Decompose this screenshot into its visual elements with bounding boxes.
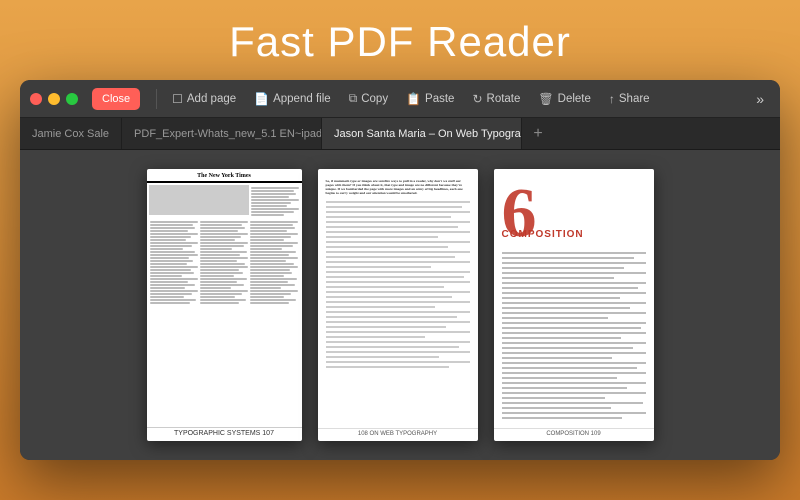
tab-3-label: Jason Santa Maria – On Web Typogra... bbox=[334, 128, 522, 140]
append-file-button[interactable]: 📄 Append file bbox=[247, 89, 338, 109]
paste-button[interactable]: 📋 Paste bbox=[399, 89, 461, 109]
tab-add[interactable]: + bbox=[522, 118, 554, 149]
pdf-page-109[interactable]: 6 COMPOSITION bbox=[494, 169, 654, 441]
traffic-light-yellow[interactable] bbox=[48, 93, 60, 105]
share-button[interactable]: ↑ Share bbox=[602, 89, 657, 109]
comp-text-content bbox=[502, 249, 646, 425]
pdf-page-108[interactable]: So, if mammoth type or images are surefi… bbox=[318, 169, 478, 441]
copy-label: Copy bbox=[361, 93, 388, 105]
add-page-button[interactable]: ☐ Add page bbox=[165, 89, 243, 109]
rotate-icon: ↻ bbox=[472, 92, 482, 106]
tabs-bar: Jamie Cox Sale PDF_Expert-Whats_new_5.1 … bbox=[20, 118, 780, 150]
delete-label: Delete bbox=[558, 93, 591, 105]
rotate-button[interactable]: ↻ Rotate bbox=[465, 89, 527, 109]
toolbar: Close ☐ Add page 📄 Append file ⧉ Copy 📋 … bbox=[20, 80, 780, 118]
add-page-icon: ☐ bbox=[172, 92, 183, 106]
close-button[interactable]: Close bbox=[92, 88, 140, 110]
traffic-light-red[interactable] bbox=[30, 93, 42, 105]
nyt-body bbox=[147, 183, 302, 308]
tab-2-label: PDF_Expert-Whats_new_5.1 EN~ipad bbox=[134, 128, 322, 140]
share-icon: ↑ bbox=[609, 92, 615, 106]
delete-icon: 🗑 bbox=[538, 92, 553, 106]
append-file-icon: 📄 bbox=[254, 92, 269, 106]
toolbar-divider-1 bbox=[156, 89, 157, 109]
copy-icon: ⧉ bbox=[349, 91, 358, 106]
rotate-label: Rotate bbox=[487, 93, 521, 105]
page-107-number: TYPOGRAPHIC SYSTEMS 107 bbox=[147, 427, 302, 437]
copy-button[interactable]: ⧉ Copy bbox=[342, 88, 395, 109]
app-title: Fast PDF Reader bbox=[0, 0, 800, 80]
traffic-light-green[interactable] bbox=[66, 93, 78, 105]
more-button[interactable]: » bbox=[750, 91, 770, 107]
comp-title-text: COMPOSITION bbox=[502, 229, 584, 240]
traffic-lights bbox=[30, 93, 78, 105]
paste-label: Paste bbox=[425, 93, 454, 105]
add-page-label: Add page bbox=[187, 93, 236, 105]
paste-icon: 📋 bbox=[406, 92, 421, 106]
share-label: Share bbox=[619, 93, 650, 105]
page-108-number: 108 ON WEB TYPOGRAPHY bbox=[318, 428, 478, 437]
page-108-content: So, if mammoth type or images are surefi… bbox=[318, 169, 478, 441]
pdf-page-107[interactable]: The New York Times bbox=[147, 169, 302, 441]
pdf-content: The New York Times bbox=[20, 150, 780, 460]
tab-3[interactable]: Jason Santa Maria – On Web Typogra... × bbox=[322, 118, 522, 149]
append-file-label: Append file bbox=[273, 93, 331, 105]
delete-button[interactable]: 🗑 Delete bbox=[531, 89, 597, 109]
tab-1[interactable]: Jamie Cox Sale bbox=[20, 118, 122, 149]
window: Close ☐ Add page 📄 Append file ⧉ Copy 📋 … bbox=[20, 80, 780, 460]
nyt-header: The New York Times bbox=[147, 169, 302, 183]
tab-2[interactable]: PDF_Expert-Whats_new_5.1 EN~ipad × bbox=[122, 118, 322, 149]
tab-1-label: Jamie Cox Sale bbox=[32, 128, 109, 140]
page-109-number: COMPOSITION 109 bbox=[494, 428, 654, 437]
